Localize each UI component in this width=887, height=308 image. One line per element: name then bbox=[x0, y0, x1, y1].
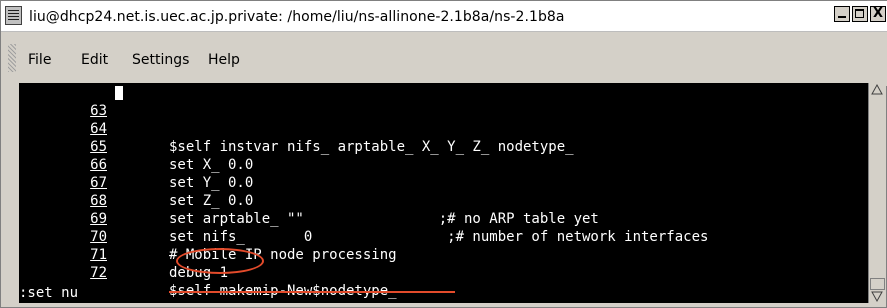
code-text: $self instvar nifs_ arptable_ X_ Y_ Z_ n… bbox=[169, 139, 574, 155]
code-line: 72 $self makemip-New$nodetype_ bbox=[19, 246, 396, 299]
annotation-underline bbox=[169, 291, 455, 293]
code-line: 69 set nifs_ 0 ;# number of network inte… bbox=[19, 192, 708, 245]
window-menu-icon[interactable] bbox=[5, 6, 22, 25]
window-controls: X bbox=[834, 6, 886, 26]
code-line: 67 set Z_ 0.0 bbox=[19, 156, 253, 209]
code-text: set nifs_ 0 ;# number of network interfa… bbox=[169, 229, 709, 245]
scroll-up-icon[interactable] bbox=[870, 83, 884, 97]
menu-bar: File Edit Settings Help bbox=[1, 32, 887, 86]
code-line: 64 $self instvar nifs_ arptable_ X_ Y_ Z… bbox=[19, 102, 573, 155]
annotation-circle bbox=[176, 248, 264, 274]
menu-file[interactable]: File bbox=[28, 52, 51, 68]
code-text: set Y_ 0.0 bbox=[169, 175, 254, 191]
menu-help[interactable]: Help bbox=[208, 52, 240, 68]
code-text: set Z_ 0.0 bbox=[169, 193, 254, 209]
line-number: 72 bbox=[90, 265, 107, 281]
text-cursor bbox=[115, 86, 123, 100]
code-line: 66 set Y_ 0.0 bbox=[19, 138, 253, 191]
scroll-down-icon[interactable] bbox=[870, 289, 884, 303]
code-line: 65 set X_ 0.0 bbox=[19, 120, 253, 173]
code-text: set arptable_ "" ;# no ARP table yet bbox=[169, 211, 599, 227]
close-button[interactable]: X bbox=[870, 6, 886, 22]
code-line: 68 set arptable_ "" ;# no ARP table yet bbox=[19, 174, 599, 227]
maximize-button[interactable] bbox=[852, 6, 868, 22]
code-line: 70 # Mobile IP node processing bbox=[19, 210, 396, 263]
vim-command-line[interactable]: :set nu bbox=[19, 284, 78, 302]
code-line: 63 bbox=[19, 84, 123, 119]
minimize-button[interactable] bbox=[834, 6, 850, 22]
title-bar[interactable]: liu@dhcp24.net.is.uec.ac.jp.private: /ho… bbox=[1, 1, 887, 32]
terminal-area[interactable]: 63 64 $self instvar nifs_ arptable_ X_ Y… bbox=[19, 83, 869, 303]
code-text: set X_ 0.0 bbox=[169, 157, 254, 173]
vertical-scrollbar[interactable] bbox=[868, 83, 886, 303]
code-line: 71 debug 1 bbox=[19, 228, 228, 281]
menubar-grip-handle[interactable] bbox=[8, 44, 16, 72]
window-title: liu@dhcp24.net.is.uec.ac.jp.private: /ho… bbox=[29, 8, 565, 26]
menu-settings[interactable]: Settings bbox=[132, 52, 189, 68]
menu-edit[interactable]: Edit bbox=[81, 52, 108, 68]
terminal-window: liu@dhcp24.net.is.uec.ac.jp.private: /ho… bbox=[0, 0, 887, 308]
